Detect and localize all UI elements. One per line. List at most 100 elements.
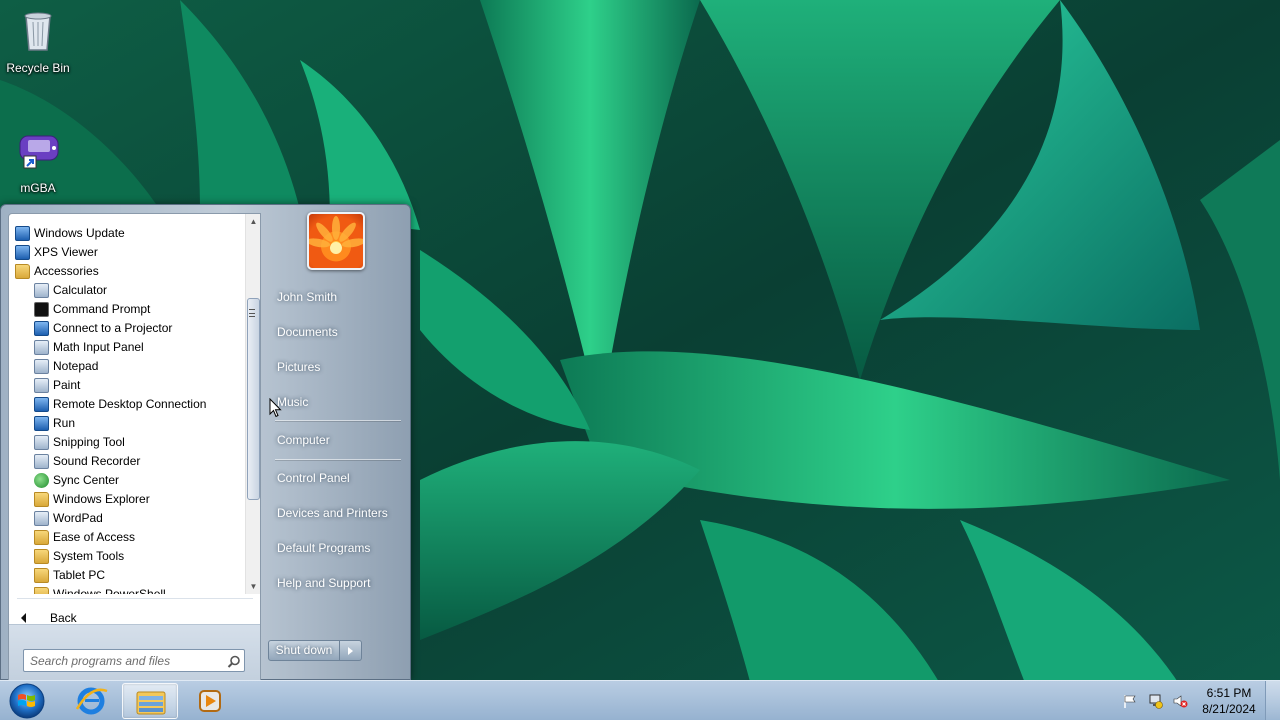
program-label: XPS Viewer <box>34 245 98 259</box>
volume-muted-icon[interactable] <box>1172 693 1188 709</box>
program-label: Notepad <box>53 359 99 373</box>
user-account-picture[interactable] <box>307 212 365 270</box>
program-item-sound-recorder[interactable]: Sound Recorder <box>34 452 243 471</box>
desktop-icon-label: Recycle Bin <box>6 61 70 75</box>
paint-icon <box>34 378 49 393</box>
program-item-wordpad[interactable]: WordPad <box>34 509 243 528</box>
program-label: Connect to a Projector <box>53 321 173 335</box>
program-item-run[interactable]: Run <box>34 414 243 433</box>
chevron-right-icon <box>348 647 353 655</box>
internet-explorer-icon <box>75 687 108 715</box>
program-item-windows-update[interactable]: Windows Update <box>15 224 243 243</box>
all-programs-list: Windows Update XPS Viewer Accessories Calcu… <box>9 214 245 594</box>
run-icon <box>34 416 49 431</box>
folder-icon <box>34 549 49 564</box>
program-label: Windows PowerShell <box>53 587 166 594</box>
program-item-system-tools[interactable]: System Tools <box>34 547 243 566</box>
program-item-accessories[interactable]: Accessories <box>15 262 243 281</box>
program-label: Snipping Tool <box>53 435 125 449</box>
network-icon[interactable] <box>1147 693 1163 709</box>
folder-icon <box>34 587 49 594</box>
xps-viewer-icon <box>15 245 30 260</box>
program-item-command-prompt[interactable]: Command Prompt <box>34 300 243 319</box>
projector-icon <box>34 321 49 336</box>
program-label: Accessories <box>34 264 99 278</box>
program-item-notepad[interactable]: Notepad <box>34 357 243 376</box>
program-label: Windows Update <box>34 226 125 240</box>
flower-icon <box>309 216 363 254</box>
windows-update-icon <box>15 226 30 241</box>
search-area <box>9 624 260 680</box>
program-item-xps-viewer[interactable]: XPS Viewer <box>15 243 243 262</box>
folder-icon <box>15 264 30 279</box>
program-item-connect-to-a-projector[interactable]: Connect to a Projector <box>34 319 243 338</box>
start-item-pictures[interactable]: Pictures <box>268 353 404 381</box>
taskbar-clock[interactable]: 6:51 PM 8/21/2024 <box>1196 685 1262 717</box>
show-desktop-button[interactable] <box>1265 681 1280 720</box>
program-label: Ease of Access <box>53 530 136 544</box>
taskbar-internet-explorer[interactable] <box>63 683 119 719</box>
taskbar: 6:51 PM 8/21/2024 <box>0 680 1280 720</box>
clock-time: 6:51 PM <box>1206 686 1252 700</box>
program-item-snipping-tool[interactable]: Snipping Tool <box>34 433 243 452</box>
folder-explorer-icon <box>34 492 49 507</box>
program-label: Sound Recorder <box>53 454 141 468</box>
program-item-paint[interactable]: Paint <box>34 376 243 395</box>
start-item-music[interactable]: Music <box>268 388 404 416</box>
search-input[interactable] <box>23 649 245 672</box>
program-label: Paint <box>53 378 81 392</box>
folder-icon <box>34 568 49 583</box>
desktop-icon-mgba[interactable]: mGBA <box>0 126 76 195</box>
search-icon[interactable] <box>226 654 242 670</box>
command-prompt-icon <box>34 302 49 317</box>
scroll-grip-icon <box>249 309 255 317</box>
program-item-tablet-pc[interactable]: Tablet PC <box>34 566 243 585</box>
start-item-control-panel[interactable]: Control Panel <box>268 464 404 492</box>
divider <box>17 598 253 599</box>
program-item-remote-desktop-connection[interactable]: Remote Desktop Connection <box>34 395 243 414</box>
start-item-computer[interactable]: Computer <box>268 426 404 454</box>
start-menu: Windows Update XPS Viewer Accessories Calcu… <box>0 204 411 681</box>
desktop-icon-recycle-bin[interactable]: Recycle Bin <box>0 6 76 75</box>
program-label: Run <box>53 416 76 430</box>
back-arrow-icon <box>21 613 26 623</box>
action-center-flag-icon[interactable] <box>1122 693 1138 709</box>
program-label: Calculator <box>53 283 108 297</box>
windows-explorer-icon <box>136 691 166 715</box>
remote-desktop-icon <box>34 397 49 412</box>
media-player-icon <box>199 690 221 712</box>
start-item-documents[interactable]: Documents <box>268 318 404 346</box>
program-label: WordPad <box>53 511 103 525</box>
start-menu-programs-pane: Windows Update XPS Viewer Accessories Calcu… <box>8 213 261 681</box>
scroll-thumb[interactable] <box>247 298 260 500</box>
program-label: Sync Center <box>53 473 120 487</box>
start-item-default-programs[interactable]: Default Programs <box>268 534 404 562</box>
program-item-ease-of-access[interactable]: Ease of Access <box>34 528 243 547</box>
programs-scrollbar[interactable]: ▲ ▼ <box>245 214 260 594</box>
program-label: Windows Explorer <box>53 492 150 506</box>
program-label: Command Prompt <box>53 302 151 316</box>
shutdown-button[interactable]: Shut down <box>268 640 340 661</box>
divider <box>275 459 401 460</box>
shutdown-options-button[interactable] <box>340 640 362 661</box>
calculator-icon <box>34 283 49 298</box>
program-label: System Tools <box>53 549 125 563</box>
program-item-windows-powershell[interactable]: Windows PowerShell <box>34 585 243 594</box>
scroll-up-arrow-icon[interactable]: ▲ <box>246 214 261 229</box>
start-item-devices-printers[interactable]: Devices and Printers <box>268 499 404 527</box>
sync-center-icon <box>34 473 49 488</box>
wordpad-icon <box>34 511 49 526</box>
start-item-help-support[interactable]: Help and Support <box>268 569 404 597</box>
notepad-icon <box>34 359 49 374</box>
taskbar-media-player[interactable] <box>182 683 238 719</box>
start-item-user[interactable]: John Smith <box>268 283 404 311</box>
program-item-windows-explorer[interactable]: Windows Explorer <box>34 490 243 509</box>
mouse-cursor-icon <box>269 398 282 418</box>
scroll-down-arrow-icon[interactable]: ▼ <box>246 579 261 594</box>
program-item-sync-center[interactable]: Sync Center <box>34 471 243 490</box>
program-item-calculator[interactable]: Calculator <box>34 281 243 300</box>
start-button[interactable] <box>6 682 48 720</box>
folder-icon <box>34 530 49 545</box>
taskbar-windows-explorer[interactable] <box>122 683 178 719</box>
program-item-math-input-panel[interactable]: Math Input Panel <box>34 338 243 357</box>
